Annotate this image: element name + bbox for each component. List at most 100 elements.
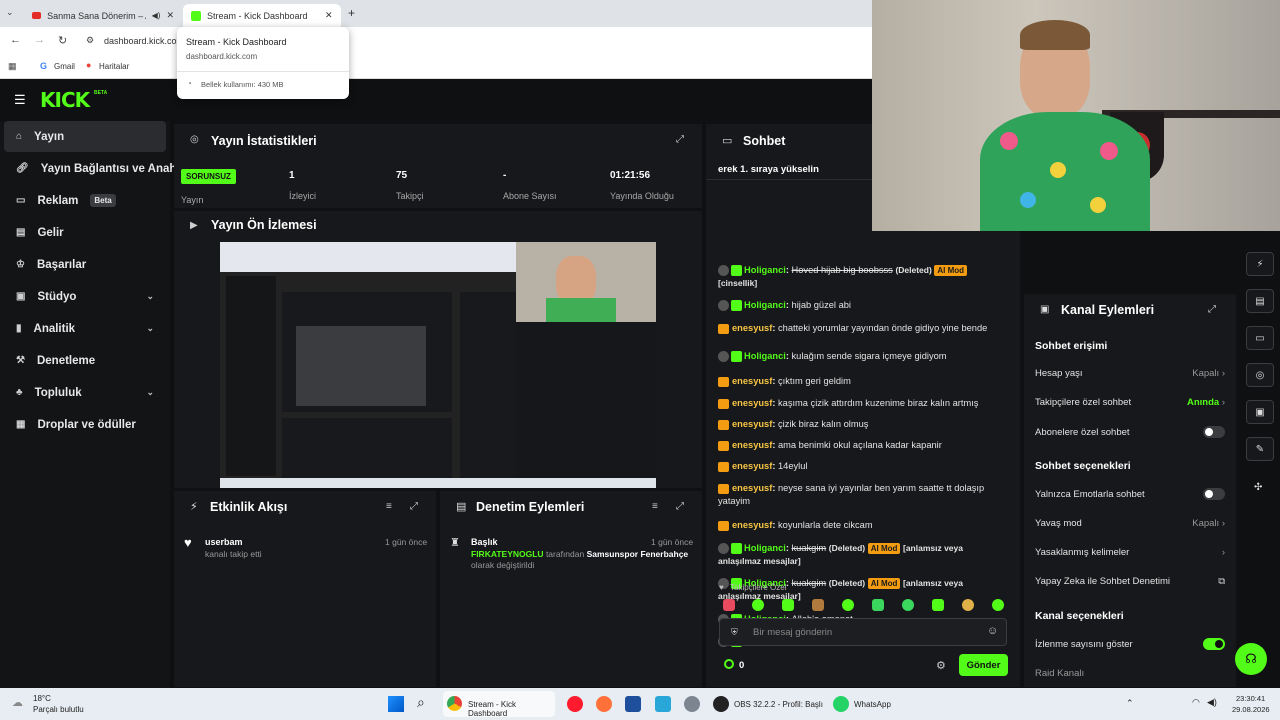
tab-close-icon[interactable]: ✕ [325,10,333,21]
settings-icon[interactable] [684,696,700,712]
kick-logo[interactable]: KICK [40,88,90,112]
app-icon[interactable] [655,696,671,712]
sidebar-item-topluluk[interactable]: ♣ Topluluk ⌄ [4,377,166,408]
chat-username[interactable]: Holiganci [744,265,786,275]
row-raid[interactable]: Raid Kanalı [1035,668,1225,679]
chat-username[interactable]: enesyusf [732,323,772,333]
volume-icon[interactable]: ◀) [1207,697,1217,708]
show-viewers-toggle[interactable] [1203,638,1225,650]
chat-username[interactable]: Holiganci [744,300,786,310]
crown-badge-icon [718,483,729,494]
filter-icon[interactable]: ≡ [386,501,392,512]
wifi-icon[interactable]: ◠ [1192,697,1200,708]
emote-icon[interactable] [962,599,974,611]
sidebar-item-denetleme[interactable]: ⚒ Denetleme [4,345,166,376]
weather-temp[interactable]: 18°C [33,694,51,703]
list-icon: ▤ [456,501,467,513]
subs-only-toggle[interactable] [1203,426,1225,438]
menu-icon[interactable]: ☰ [14,92,26,108]
emote-icon[interactable] [902,599,914,611]
clock-time[interactable]: 23:30:41 [1236,694,1265,703]
row-followers-only[interactable]: Takipçilere özel sohbet Anında › [1035,397,1225,408]
emote-icon[interactable] [872,599,884,611]
taskbar-obs-label[interactable]: OBS 32.2.2 - Profil: Başlı [734,700,823,709]
chat-input[interactable]: ⛨ Bir mesaj gönderin ☺ [719,618,1007,646]
tools-button[interactable]: ✎ [1246,437,1274,461]
clock-date[interactable]: 29.08.2026 [1232,705,1270,714]
tab-youtube[interactable]: Sanma Sana Dönerim – Ar ◀) ✕ [24,4,182,27]
crown-badge-icon [718,461,729,472]
send-button[interactable]: Gönder [959,654,1008,676]
support-button[interactable]: ☊ [1235,643,1267,675]
row-ai-moderation[interactable]: Yapay Zeka ile Sohbet Denetimi ⧉ [1035,576,1225,587]
sidebar-item-yayin[interactable]: ⌂ Yayın [4,121,166,152]
bookmark-gmail[interactable]: Gmail [54,62,75,71]
emote-icon[interactable] [812,599,824,611]
emote-icon[interactable] [842,599,854,611]
emote-icon[interactable] [992,599,1004,611]
sidebar-item-reklam[interactable]: ▭ Reklam Beta [4,185,166,216]
bookmark-maps[interactable]: Haritalar [99,62,129,71]
emote-icon[interactable] [723,599,735,611]
calculator-icon[interactable] [625,696,641,712]
expand-icon[interactable]: ⤢ [676,501,684,512]
chat-username[interactable]: enesyusf [732,398,772,408]
expand-icon[interactable]: ⤢ [410,501,418,512]
emote-icon[interactable] [782,599,794,611]
start-button[interactable] [388,696,404,712]
site-info-icon[interactable]: ⚙ [86,35,94,46]
apps-grid-icon[interactable]: ▦ [8,61,17,72]
list-button[interactable]: ▤ [1246,289,1274,313]
new-tab-icon[interactable]: + [348,6,355,20]
chat-username[interactable]: enesyusf [732,376,772,386]
firefox-icon[interactable] [596,696,612,712]
url-field[interactable]: dashboard.kick.co [104,36,177,46]
tab-search-icon[interactable]: ⌄ [6,7,14,18]
reload-icon[interactable]: ↻ [58,34,67,47]
tab-close-icon[interactable]: ✕ [166,10,174,21]
sidebar-item-studyo[interactable]: ▣ Stüdyo ⌄ [4,281,166,312]
taskbar-whatsapp-label[interactable]: WhatsApp [854,700,891,709]
emoji-icon[interactable]: ☺ [987,625,998,637]
moderation-actor[interactable]: FIRKATEYNOGLU [471,549,544,559]
tab-kick-dashboard[interactable]: Stream - Kick Dashboard ✕ [183,4,341,27]
chat-username[interactable]: enesyusf [732,520,772,530]
chat-settings-gear-icon[interactable]: ⚙ [936,659,946,672]
emote-icon[interactable] [932,599,944,611]
whatsapp-icon[interactable] [833,696,849,712]
activity-user[interactable]: userbam [205,537,243,547]
chat-username[interactable]: Holiganci [744,543,786,553]
row-account-age[interactable]: Hesap yaşı Kapalı › [1035,368,1225,379]
filter-icon[interactable]: ≡ [652,501,658,512]
chat-username[interactable]: enesyusf [732,461,772,471]
chat-username[interactable]: enesyusf [732,419,772,429]
chat-button[interactable]: ▭ [1246,326,1274,350]
chat-username[interactable]: Holiganci [744,351,786,361]
sidebar-item-analitik[interactable]: ▮ Analitik ⌄ [4,313,166,344]
emote-icon[interactable] [752,599,764,611]
tray-chevron-up-icon[interactable]: ⌃ [1126,698,1134,709]
taskbar-chrome[interactable]: Stream - Kick Dashboard [443,691,555,718]
row-banned-words[interactable]: Yasaklanmış kelimeler › [1035,547,1225,558]
puzzle-button[interactable]: ✣ [1254,482,1262,493]
sidebar-item-droplar[interactable]: ▦ Droplar ve ödüller [4,409,166,440]
search-icon[interactable]: ⌕ [417,694,425,711]
expand-icon[interactable]: ⤢ [676,134,684,145]
expand-icon[interactable]: ⤢ [1208,304,1216,315]
og-badge-icon [731,265,742,277]
sidebar-item-stream-key[interactable]: 🔗︎ Yayın Bağlantısı ve Anahtar [4,153,191,184]
obs-icon[interactable] [713,696,729,712]
row-slow-mode[interactable]: Yavaş mod Kapalı › [1035,518,1225,529]
channel-button[interactable]: ▣ [1246,400,1274,424]
chat-username[interactable]: enesyusf [732,440,772,450]
preview-video[interactable] [220,242,656,488]
emotes-only-toggle[interactable] [1203,488,1225,500]
opera-icon[interactable] [567,696,583,712]
chat-username[interactable]: enesyusf [732,483,772,493]
sidebar-item-basarilar[interactable]: ♔ Başarılar [4,249,166,280]
back-icon[interactable]: ← [10,34,21,46]
forward-icon[interactable]: → [34,34,45,46]
stats-button[interactable]: ◎ [1246,363,1274,387]
sidebar-item-gelir[interactable]: ▤ Gelir [4,217,166,248]
lightning-button[interactable]: ⚡︎ [1246,252,1274,276]
